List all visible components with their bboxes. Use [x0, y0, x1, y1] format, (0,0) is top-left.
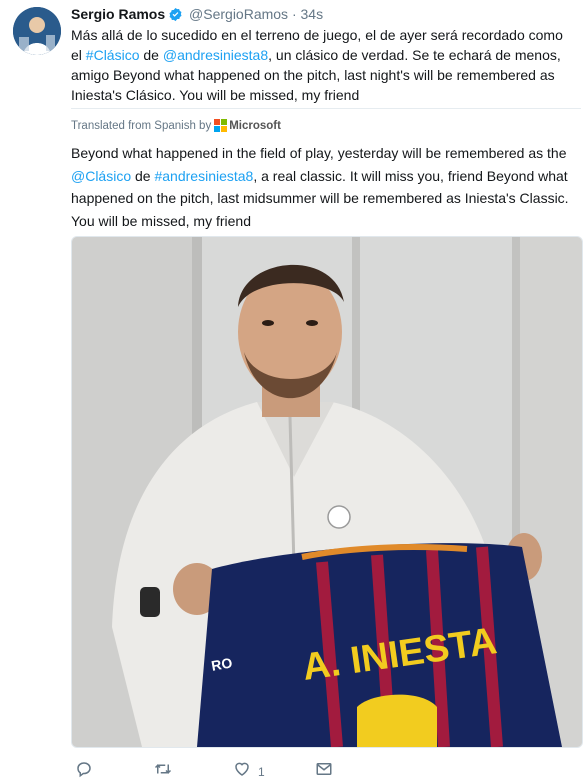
avatar[interactable]: [13, 7, 61, 55]
translation-part: de: [131, 167, 155, 184]
like-count: 1: [258, 764, 265, 779]
tweet-photo[interactable]: A. INIESTA RO: [71, 236, 583, 748]
translation-part: Beyond what happened in the field of pla…: [71, 145, 567, 161]
mention-link[interactable]: @andresiniesta8: [163, 47, 268, 63]
hashtag-link[interactable]: #Clásico: [86, 47, 140, 63]
author-name[interactable]: Sergio Ramos: [71, 6, 165, 22]
tweet-timestamp[interactable]: 34s: [301, 6, 324, 22]
retweet-icon: [153, 760, 173, 783]
direct-message-icon: [315, 760, 333, 783]
mention-link[interactable]: @Clásico: [71, 168, 131, 184]
time-separator: ·: [291, 6, 297, 22]
photo-illustration: A. INIESTA RO: [72, 237, 582, 747]
translator-name: Microsoft: [229, 120, 281, 132]
translation-attribution: Translated from Spanish by Microsoft: [71, 108, 581, 137]
like-button[interactable]: 1: [233, 760, 265, 783]
author-handle[interactable]: @SergioRamos: [189, 6, 288, 22]
translated-from-label: Translated from Spanish by: [71, 120, 212, 132]
avatar-image: [13, 7, 61, 55]
tweet-actions: 1: [71, 758, 371, 782]
reply-icon: [75, 760, 93, 783]
tweet-text: Más allá de lo sucedido en el terreno de…: [71, 25, 571, 105]
tweet-header: Sergio Ramos @SergioRamos · 34s: [71, 5, 323, 26]
translated-text: Beyond what happened in the field of pla…: [71, 142, 571, 232]
hashtag-link[interactable]: #andresiniesta8: [154, 168, 253, 184]
like-icon: [233, 760, 251, 783]
reply-button[interactable]: [75, 760, 93, 783]
microsoft-logo-icon: [214, 119, 228, 137]
tweet-text-part: de: [139, 47, 163, 63]
direct-message-button[interactable]: [315, 760, 333, 783]
retweet-button[interactable]: [153, 760, 173, 783]
verified-badge-icon: [168, 7, 183, 26]
